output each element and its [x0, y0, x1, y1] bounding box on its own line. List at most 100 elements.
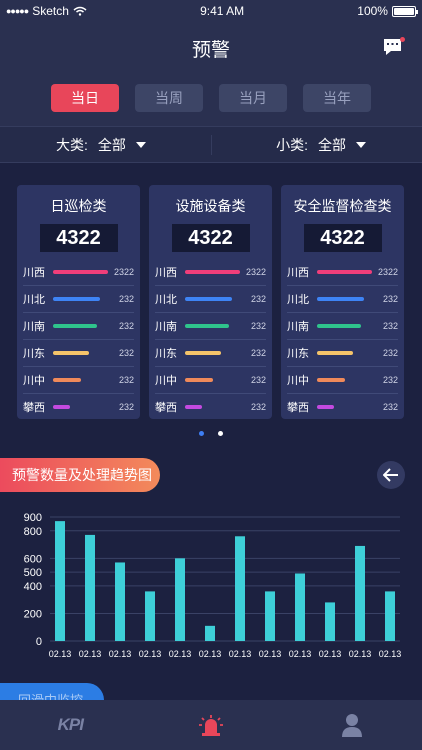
- chart-bar[interactable]: [145, 591, 155, 641]
- tab-bar: KPI: [0, 700, 422, 750]
- chart-bar[interactable]: [295, 573, 305, 641]
- filter-bar: 大类: 全部 小类: 全部: [0, 126, 422, 163]
- region-bar: [53, 297, 100, 301]
- major-filter-label: 大类:: [56, 136, 88, 153]
- region-name: 川东: [23, 348, 45, 360]
- minor-filter[interactable]: 小类: 全部: [210, 134, 422, 155]
- chart-bar[interactable]: [265, 591, 275, 641]
- minor-filter-value: 全部: [318, 136, 346, 153]
- region-name: 川南: [155, 321, 177, 333]
- alarm-icon: [198, 715, 223, 736]
- trend-chart: 0 200 400 500 600 800 900 02.13 02.13 02.13 02.13 0…: [24, 512, 402, 659]
- x-tick-label: 02.13: [169, 649, 192, 659]
- region-name: 川中: [287, 375, 309, 387]
- x-tick-label: 02.13: [49, 649, 72, 659]
- back-button[interactable]: [377, 461, 405, 489]
- y-tick-label: 200: [24, 608, 42, 620]
- tab-0[interactable]: 当日: [51, 84, 119, 112]
- region-bar: [317, 351, 353, 355]
- region-bar: [317, 378, 345, 382]
- region-bar-track: [53, 351, 108, 355]
- region-value: 232: [118, 375, 134, 385]
- region-name: 攀西: [287, 402, 309, 414]
- tab-2[interactable]: 当月: [219, 84, 287, 112]
- region-row: 川西 2322: [23, 258, 134, 285]
- region-bar: [185, 297, 232, 301]
- region-bar-track: [185, 324, 240, 328]
- region-bar-track: [317, 378, 372, 382]
- tab-alarm[interactable]: [181, 700, 241, 750]
- region-bar: [317, 405, 334, 409]
- pager-dot[interactable]: [218, 431, 223, 436]
- region-name: 川南: [23, 321, 45, 333]
- chart-bar[interactable]: [355, 545, 365, 641]
- category-card[interactable]: 设施设备类 4322 川西 2322 川北 232 川南 232 川东 232 川中 232 攀西 232: [149, 185, 272, 419]
- y-tick-label: 400: [24, 581, 42, 593]
- card-total: 4322: [171, 224, 250, 252]
- region-row: 川北 232: [23, 285, 134, 312]
- chart-bar[interactable]: [115, 562, 125, 641]
- y-tick-label: 600: [24, 553, 42, 565]
- period-tabs: 当日 当周 当月 当年: [0, 74, 422, 126]
- x-tick-label: 02.13: [199, 649, 222, 659]
- status-bar: ●●●●● Sketch 9:41 AM 100%: [0, 0, 422, 22]
- region-name: 川东: [155, 348, 177, 360]
- region-name: 川中: [23, 375, 45, 387]
- arrow-left-icon: [383, 468, 398, 482]
- region-bar: [317, 269, 372, 274]
- region-bar: [53, 378, 81, 382]
- region-name: 川西: [155, 266, 177, 279]
- region-bar-track: [53, 378, 108, 382]
- chart-bar[interactable]: [55, 521, 65, 641]
- region-bar-track: [185, 378, 240, 382]
- region-name: 川南: [287, 321, 309, 333]
- y-tick-label: 800: [24, 526, 42, 538]
- battery-icon: [391, 5, 418, 17]
- minor-filter-label: 小类:: [276, 136, 308, 153]
- pager-dot[interactable]: [199, 431, 204, 436]
- region-bar-track: [53, 405, 108, 409]
- major-filter[interactable]: 大类: 全部: [0, 135, 211, 155]
- trend-section-title: 预警数量及处理趋势图: [0, 458, 160, 492]
- region-value: 2322: [377, 266, 398, 277]
- user-icon: [341, 714, 362, 737]
- region-bar-track: [185, 297, 240, 301]
- region-value: 232: [382, 375, 398, 385]
- chart-bar[interactable]: [85, 534, 95, 641]
- region-value: 2322: [245, 266, 266, 277]
- battery-fill: [393, 7, 414, 15]
- category-card[interactable]: 日巡检类 4322 川西 2322 川北 232 川南 232 川东 232 川中 232 攀西 232: [17, 185, 140, 419]
- region-bar-track: [53, 297, 108, 301]
- battery-label: 100%: [357, 4, 388, 18]
- chart-bar[interactable]: [235, 536, 245, 641]
- tab-profile[interactable]: [322, 700, 382, 750]
- tab-3[interactable]: 当年: [303, 84, 371, 112]
- region-bar: [53, 269, 108, 274]
- region-bar: [53, 405, 70, 409]
- message-icon[interactable]: [382, 37, 406, 57]
- region-name: 川东: [287, 348, 309, 360]
- chart-bar[interactable]: [205, 625, 215, 641]
- region-row: 川南 232: [155, 312, 266, 339]
- region-value: 232: [250, 321, 266, 331]
- tab-1[interactable]: 当周: [135, 84, 203, 112]
- category-card[interactable]: 安全监督检查类 4322 川西 2322 川北 232 川南 232 川东 232 川中 232 攀西 2…: [281, 185, 404, 419]
- region-value: 232: [250, 375, 266, 385]
- card-title: 日巡检类: [50, 198, 107, 214]
- region-bar: [185, 351, 221, 355]
- region-row: 攀西 232: [287, 393, 398, 420]
- x-tick-label: 02.13: [319, 649, 342, 659]
- region-bar: [317, 324, 361, 328]
- region-name: 川北: [155, 294, 177, 306]
- region-bar-track: [317, 269, 372, 274]
- clock: 9:41 AM: [200, 4, 245, 18]
- page-title: 预警: [191, 39, 230, 61]
- region-bar-track: [317, 297, 372, 301]
- region-value: 232: [382, 402, 398, 412]
- chart-bar[interactable]: [385, 591, 395, 641]
- chart-bar[interactable]: [325, 602, 335, 641]
- region-bar-track: [185, 269, 240, 274]
- chart-bar[interactable]: [175, 558, 185, 641]
- tab-kpi[interactable]: KPI: [40, 700, 100, 750]
- x-tick-label: 02.13: [229, 649, 252, 659]
